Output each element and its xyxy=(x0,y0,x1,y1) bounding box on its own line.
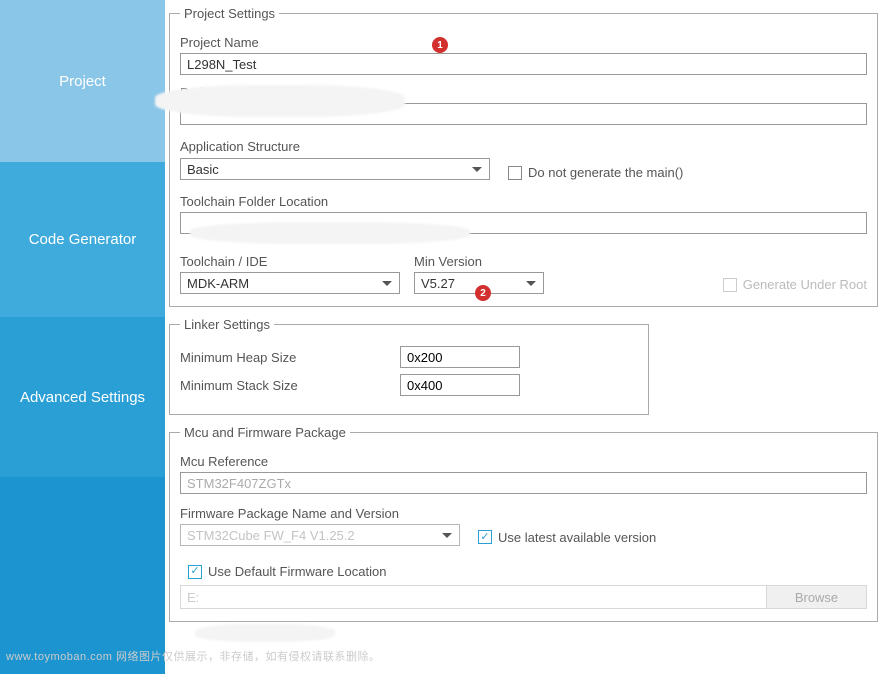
linker-settings-legend: Linker Settings xyxy=(180,317,274,332)
generate-under-root-label: Generate Under Root xyxy=(743,277,867,292)
use-latest-version-checkbox[interactable]: ✓ xyxy=(478,530,492,544)
firmware-location-input xyxy=(180,585,767,609)
use-latest-version-label: Use latest available version xyxy=(498,530,656,545)
min-version-label: Min Version xyxy=(414,254,544,269)
min-stack-label: Minimum Stack Size xyxy=(180,378,370,393)
min-heap-label: Minimum Heap Size xyxy=(180,350,370,365)
sidebar-item-code-generator[interactable]: Code Generator xyxy=(0,162,165,317)
do-not-generate-main-checkbox[interactable] xyxy=(508,166,522,180)
use-default-firmware-location-checkbox[interactable]: ✓ xyxy=(188,565,202,579)
generate-under-root-checkbox xyxy=(723,278,737,292)
mcu-reference-label: Mcu Reference xyxy=(180,454,867,469)
mcu-firmware-group: Mcu and Firmware Package Mcu Reference F… xyxy=(169,425,878,622)
firmware-package-label: Firmware Package Name and Version xyxy=(180,506,867,521)
do-not-generate-main-label: Do not generate the main() xyxy=(528,165,683,180)
redaction-smudge xyxy=(195,624,335,642)
min-heap-input[interactable] xyxy=(400,346,520,368)
min-stack-input[interactable] xyxy=(400,374,520,396)
browse-button: Browse xyxy=(767,585,867,609)
linker-settings-group: Linker Settings Minimum Heap Size Minimu… xyxy=(169,317,649,415)
annotation-badge-2: 2 xyxy=(475,285,491,301)
annotation-badge-1: 1 xyxy=(432,37,448,53)
sidebar-item-label: Advanced Settings xyxy=(20,389,145,406)
toolchain-folder-label: Toolchain Folder Location xyxy=(180,194,867,209)
project-settings-legend: Project Settings xyxy=(180,6,279,21)
sidebar-spacer xyxy=(0,477,165,674)
redaction-smudge xyxy=(155,85,405,117)
use-default-firmware-location-label: Use Default Firmware Location xyxy=(208,564,386,579)
sidebar-item-label: Code Generator xyxy=(29,231,137,248)
main-panel: Project Settings Project Name Project Lo… xyxy=(165,0,892,674)
sidebar-item-project[interactable]: Project xyxy=(0,0,165,162)
redaction-smudge xyxy=(190,222,470,244)
toolchain-ide-select[interactable]: MDK-ARM xyxy=(180,272,400,294)
mcu-firmware-legend: Mcu and Firmware Package xyxy=(180,425,350,440)
application-structure-select[interactable]: Basic xyxy=(180,158,490,180)
application-structure-label: Application Structure xyxy=(180,139,867,154)
toolchain-ide-label: Toolchain / IDE xyxy=(180,254,400,269)
sidebar-item-advanced-settings[interactable]: Advanced Settings xyxy=(0,317,165,477)
sidebar-item-label: Project xyxy=(59,73,106,90)
sidebar: Project Code Generator Advanced Settings xyxy=(0,0,165,674)
project-name-label: Project Name xyxy=(180,35,867,50)
project-settings-group: Project Settings Project Name Project Lo… xyxy=(169,6,878,307)
project-name-input[interactable] xyxy=(180,53,867,75)
watermark-text: www.toymoban.com 网络图片仅供展示，非存储，如有侵权请联系删除。 xyxy=(6,648,380,664)
firmware-package-select: STM32Cube FW_F4 V1.25.2 xyxy=(180,524,460,546)
mcu-reference-input xyxy=(180,472,867,494)
